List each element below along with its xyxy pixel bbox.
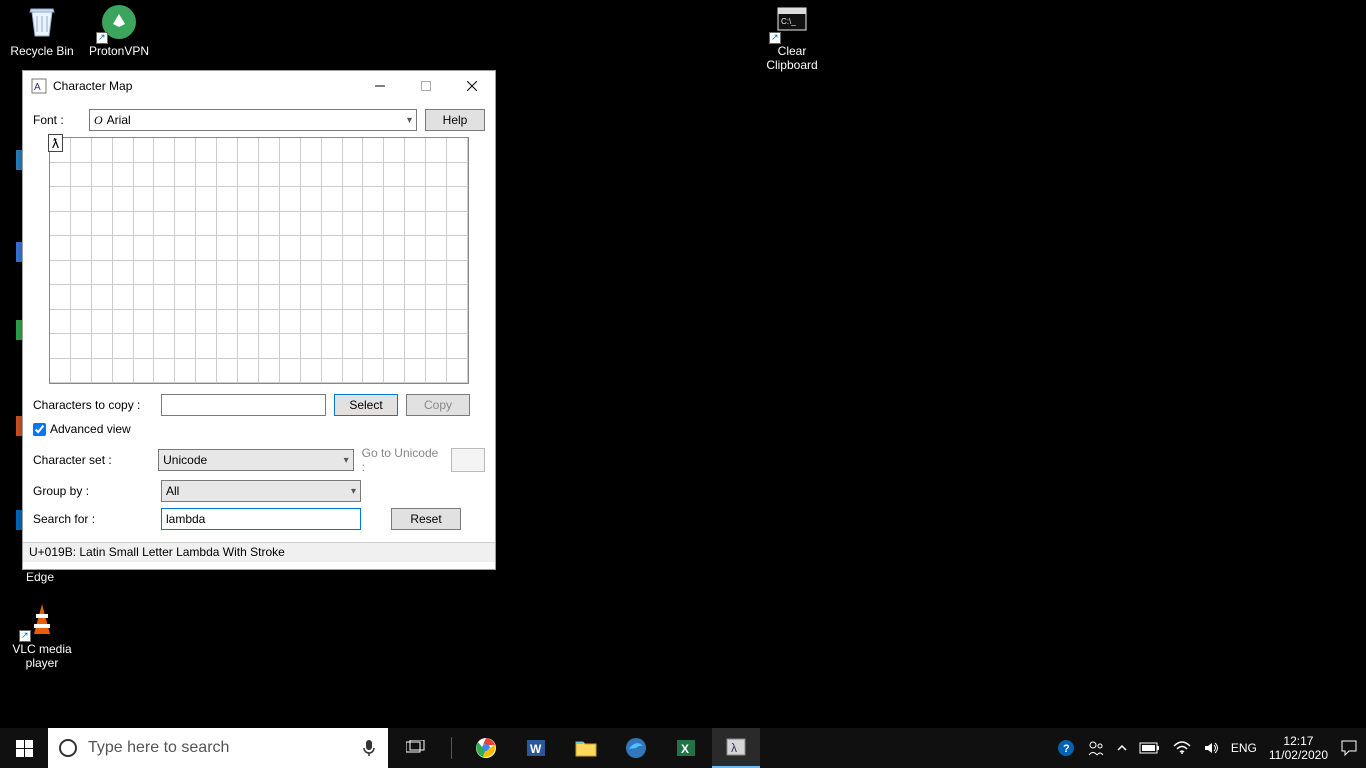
- explorer-taskbar-icon[interactable]: [562, 728, 610, 768]
- advanced-view-label: Advanced view: [50, 422, 131, 436]
- font-value: Arial: [107, 113, 131, 127]
- shortcut-overlay-icon: [769, 32, 781, 44]
- copy-button[interactable]: Copy: [406, 394, 470, 416]
- svg-text:C:\_: C:\_: [781, 17, 796, 26]
- date: 11/02/2020: [1269, 748, 1328, 762]
- character-map-window: A Character Map Font : O Arial ▾ Help ƛ: [22, 70, 496, 570]
- close-button[interactable]: [449, 71, 495, 101]
- word-taskbar-icon[interactable]: W: [512, 728, 560, 768]
- recycle-bin-icon[interactable]: Recycle Bin: [5, 2, 79, 58]
- chrome-taskbar-icon[interactable]: [462, 728, 510, 768]
- search-input[interactable]: [161, 508, 361, 530]
- edge-label: Edge: [26, 570, 54, 584]
- goto-unicode-label: Go to Unicode :: [362, 446, 443, 474]
- excel-taskbar-icon[interactable]: X: [662, 728, 710, 768]
- groupby-label: Group by :: [33, 484, 153, 498]
- charset-value: Unicode: [163, 453, 207, 467]
- advanced-view-input[interactable]: [33, 423, 46, 436]
- character-grid[interactable]: ƛ: [49, 137, 469, 384]
- battery-icon[interactable]: [1139, 741, 1161, 755]
- desktop: Recycle Bin ProtonVPN C:\_ Clear Clipboa…: [0, 0, 1366, 728]
- help-tray-icon[interactable]: ?: [1057, 739, 1075, 757]
- statusbar: U+019B: Latin Small Letter Lambda With S…: [23, 542, 495, 562]
- chars-to-copy-input[interactable]: [161, 394, 326, 416]
- font-select[interactable]: O Arial ▾: [89, 109, 417, 131]
- font-label: Font :: [33, 113, 81, 127]
- taskbar: Type here to search W X λ ? ENG 12:17 11…: [0, 728, 1366, 768]
- task-view-button[interactable]: [392, 728, 440, 768]
- vlc-label: VLC media player: [12, 642, 71, 670]
- minimize-button[interactable]: [357, 71, 403, 101]
- svg-text:?: ?: [1063, 743, 1070, 755]
- svg-text:λ: λ: [731, 741, 737, 755]
- groupby-select[interactable]: All ▾: [161, 480, 361, 502]
- select-button[interactable]: Select: [334, 394, 398, 416]
- vlc-icon[interactable]: VLC media player: [5, 600, 79, 670]
- mic-icon[interactable]: [362, 738, 376, 758]
- svg-text:X: X: [681, 742, 689, 756]
- chevron-down-icon: ▾: [351, 486, 356, 497]
- edge-taskbar-icon[interactable]: [612, 728, 660, 768]
- protonvpn-icon[interactable]: ProtonVPN: [82, 2, 156, 58]
- taskbar-icons: W X λ: [392, 728, 760, 768]
- help-button[interactable]: Help: [425, 109, 485, 131]
- goto-unicode-input: [451, 448, 485, 472]
- system-tray: ? ENG 12:17 11/02/2020: [1057, 734, 1366, 762]
- charset-label: Character set :: [33, 453, 150, 467]
- titlebar-title: Character Map: [53, 79, 357, 93]
- time: 12:17: [1269, 734, 1328, 748]
- taskbar-separator: [442, 728, 460, 768]
- clear-clipboard-label: Clear Clipboard: [766, 44, 817, 72]
- charmap-taskbar-icon[interactable]: λ: [712, 728, 760, 768]
- cortana-icon: [58, 738, 78, 758]
- tray-overflow-icon[interactable]: [1117, 743, 1127, 753]
- clear-clipboard-icon[interactable]: C:\_ Clear Clipboard: [755, 2, 829, 72]
- maximize-button[interactable]: [403, 71, 449, 101]
- advanced-view-checkbox[interactable]: Advanced view: [33, 422, 485, 436]
- charset-select[interactable]: Unicode ▾: [158, 449, 353, 471]
- selected-character[interactable]: ƛ: [48, 134, 63, 152]
- clock[interactable]: 12:17 11/02/2020: [1269, 734, 1328, 762]
- chevron-down-icon: ▾: [344, 455, 349, 466]
- action-center-icon[interactable]: [1340, 739, 1358, 757]
- search-placeholder: Type here to search: [88, 739, 229, 757]
- chars-to-copy-label: Characters to copy :: [33, 398, 153, 412]
- volume-icon[interactable]: [1203, 740, 1219, 756]
- recycle-bin-label: Recycle Bin: [10, 44, 73, 58]
- charmap-app-icon: A: [31, 78, 47, 94]
- titlebar[interactable]: A Character Map: [23, 71, 495, 101]
- svg-text:W: W: [530, 742, 542, 756]
- protonvpn-label: ProtonVPN: [89, 44, 149, 58]
- shortcut-overlay-icon: [96, 32, 108, 44]
- people-tray-icon[interactable]: [1087, 739, 1105, 757]
- svg-text:A: A: [34, 82, 41, 93]
- language-indicator[interactable]: ENG: [1231, 741, 1257, 755]
- reset-button[interactable]: Reset: [391, 508, 461, 530]
- start-button[interactable]: [0, 728, 48, 768]
- chevron-down-icon: ▾: [407, 115, 412, 126]
- font-preview-icon: O: [94, 113, 103, 128]
- shortcut-overlay-icon: [19, 630, 31, 642]
- search-label: Search for :: [33, 512, 153, 526]
- taskbar-search[interactable]: Type here to search: [48, 728, 388, 768]
- groupby-value: All: [166, 484, 179, 498]
- wifi-icon[interactable]: [1173, 741, 1191, 755]
